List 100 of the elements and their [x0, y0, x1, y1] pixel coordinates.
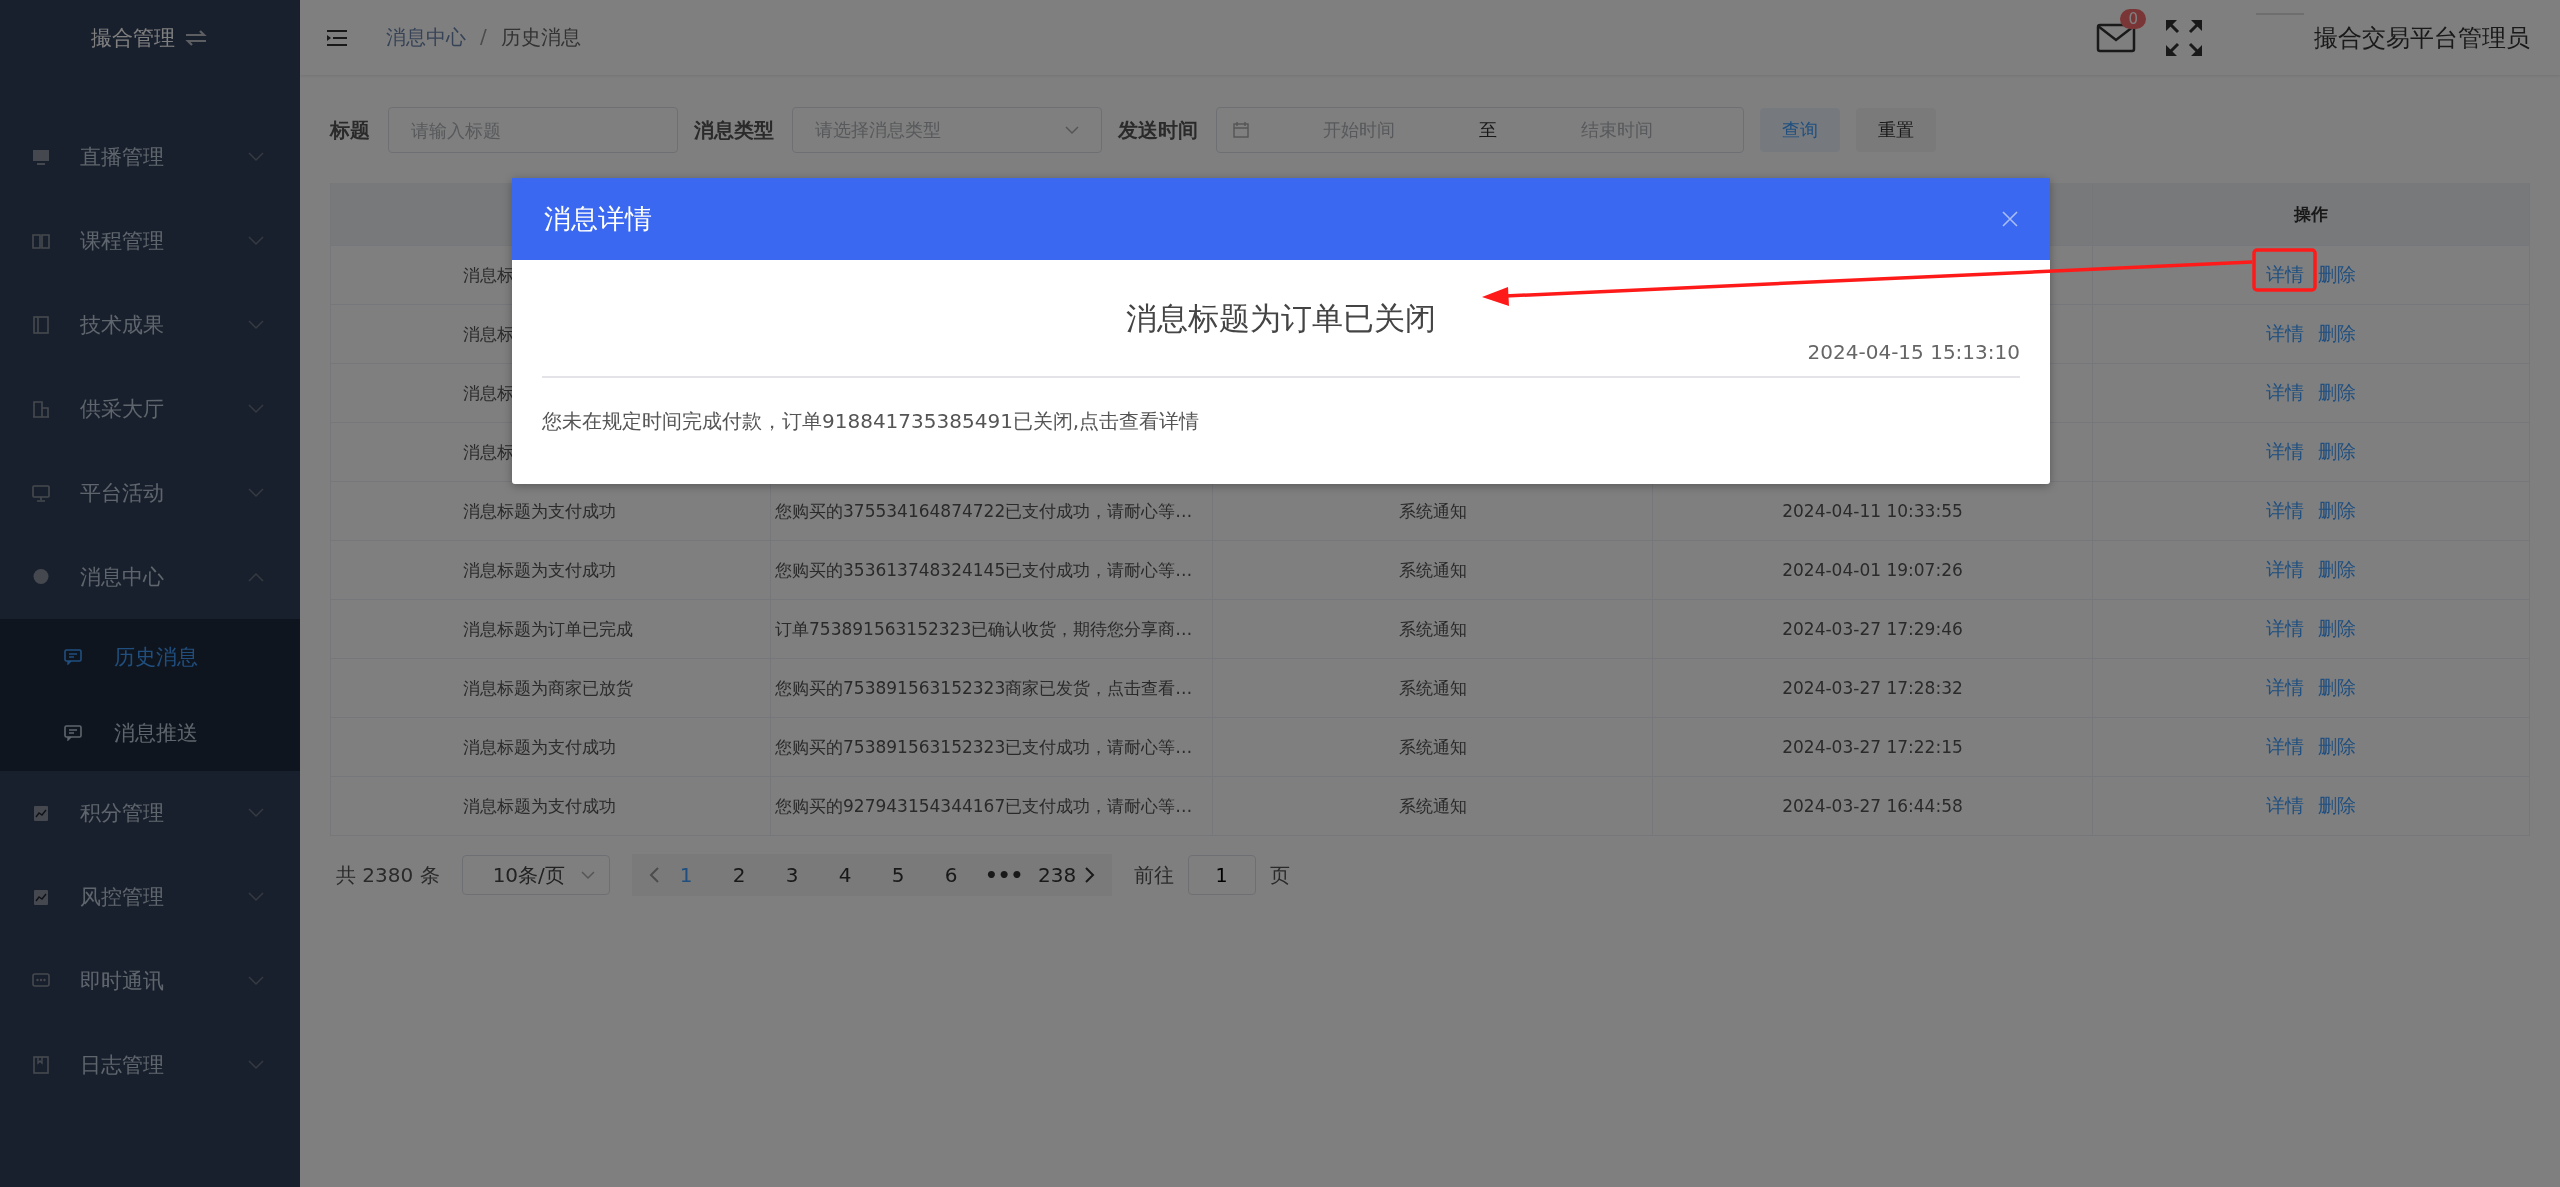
mail-icon[interactable] [2096, 22, 2136, 53]
table-cell: 系统通知 [1398, 794, 1467, 818]
column-header: 操作 [2294, 202, 2328, 226]
reset-button[interactable]: 重置 [1856, 108, 1936, 152]
menu-label: 课程管理 [80, 228, 165, 255]
delete-link[interactable]: 删除 [2318, 675, 2356, 701]
screen-icon [32, 484, 50, 502]
page-button[interactable]: 3 [765, 863, 819, 887]
details-link[interactable]: 详情 [2266, 321, 2304, 347]
chevron-down-icon [1065, 125, 1079, 135]
delete-link[interactable]: 删除 [2318, 262, 2356, 288]
table-cell: 消息标题为支付成功 [463, 558, 616, 582]
message-icon [64, 649, 82, 665]
page-button[interactable]: 238 [1030, 863, 1084, 887]
chart-icon [32, 888, 50, 906]
delete-link[interactable]: 删除 [2318, 321, 2356, 347]
page-button[interactable]: 6 [924, 863, 978, 887]
table-cell: 系统通知 [1398, 735, 1467, 759]
table-cell: 消息标题为支付成功 [463, 499, 616, 523]
menu-icon[interactable] [326, 28, 348, 47]
menu-label: 技术成果 [80, 312, 165, 339]
menu-item[interactable]: 供采大厅 [0, 367, 300, 451]
submenu-item[interactable]: 历史消息 [0, 619, 300, 695]
page-size-select[interactable]: 10条/页 [461, 855, 610, 895]
details-link[interactable]: 详情 [2266, 380, 2304, 406]
filter-label: 发送时间 [1118, 116, 1198, 144]
table-cell: 订单753891563152323已确认收货，期待您分享商… [775, 617, 1193, 641]
total-count: 共 2380 条 [336, 861, 440, 889]
table-cell: 2024-03-27 17:28:32 [1782, 678, 1963, 698]
details-link[interactable]: 详情 [2266, 675, 2304, 701]
table-cell: 您购买的375534164874722已支付成功，请耐心等… [775, 499, 1193, 523]
details-link[interactable]: 详情 [2266, 262, 2304, 288]
monitor-icon [32, 148, 50, 166]
table-cell: 消息标题为支付成功 [463, 735, 616, 759]
table-cell: 您购买的753891563152323商家已发货，点击查看… [775, 676, 1193, 700]
details-link[interactable]: 详情 [2266, 439, 2304, 465]
menu-item[interactable]: 平台活动 [0, 451, 300, 535]
book-icon [32, 232, 50, 250]
menu-item[interactable]: 直播管理 [0, 115, 300, 199]
filter-label: 消息类型 [694, 116, 774, 144]
menu-label: 供采大厅 [80, 396, 165, 423]
menu-item[interactable]: 积分管理 [0, 771, 300, 855]
menu-item[interactable]: 技术成果 [0, 283, 300, 367]
details-link[interactable]: 详情 [2266, 498, 2304, 524]
table-cell: 2024-03-27 16:44:58 [1782, 796, 1963, 816]
page-button[interactable]: 2 [712, 863, 766, 887]
menu-item[interactable]: 课程管理 [0, 199, 300, 283]
breadcrumb-item: 历史消息 [500, 24, 581, 51]
menu-label: 消息中心 [80, 564, 165, 591]
details-link[interactable]: 详情 [2266, 734, 2304, 760]
dialog-title: 消息详情 [544, 202, 652, 236]
details-link[interactable]: 详情 [2266, 557, 2304, 583]
page-button[interactable]: 5 [871, 863, 925, 887]
menu-label: 风控管理 [80, 884, 165, 911]
delete-link[interactable]: 删除 [2318, 616, 2356, 642]
goto-label: 前往 [1133, 861, 1174, 889]
delete-link[interactable]: 删除 [2318, 498, 2356, 524]
table-cell: 消息标 [463, 322, 514, 346]
chart-icon [32, 804, 50, 822]
page-button[interactable]: 4 [818, 863, 872, 887]
delete-link[interactable]: 删除 [2318, 734, 2356, 760]
search-button[interactable]: 查询 [1760, 108, 1840, 152]
notebook-icon [32, 1056, 50, 1074]
breadcrumb-separator: / [480, 24, 487, 50]
breadcrumb-item[interactable]: 消息中心 [386, 24, 466, 51]
table-cell: 消息标 [463, 440, 514, 464]
submenu-item[interactable]: 消息推送 [0, 695, 300, 771]
table-cell: 2024-03-27 17:22:15 [1782, 737, 1963, 757]
chevron-right-icon[interactable] [1083, 866, 1096, 884]
table-cell: 系统通知 [1398, 676, 1467, 700]
message-icon [64, 725, 82, 741]
table-cell: 系统通知 [1398, 617, 1467, 641]
page-button[interactable]: 1 [659, 863, 713, 887]
fullscreen-icon[interactable] [2164, 17, 2204, 58]
calendar-icon [1233, 122, 1249, 138]
details-link[interactable]: 详情 [2266, 793, 2304, 819]
user-name[interactable]: 撮合交易平台管理员 [2314, 21, 2530, 54]
menu-item[interactable]: 风控管理 [0, 855, 300, 939]
highlight-box [2252, 248, 2317, 292]
delete-link[interactable]: 删除 [2318, 793, 2356, 819]
table-cell: 系统通知 [1398, 558, 1467, 582]
details-link[interactable]: 详情 [2266, 616, 2304, 642]
menu-item[interactable]: 日志管理 [0, 1023, 300, 1107]
more-pages-button[interactable]: ••• [977, 863, 1031, 887]
table-cell: 您购买的927943154344167已支付成功，请耐心等… [775, 794, 1193, 818]
menu-label: 直播管理 [80, 144, 165, 171]
page-input[interactable]: 1 [1187, 855, 1256, 895]
menu-item[interactable]: 即时通讯 [0, 939, 300, 1023]
message-body: 您未在规定时间完成付款，订单918841735385491已关闭,点击查看详情 [542, 408, 1201, 435]
close-icon[interactable] [2002, 211, 2018, 227]
table-cell: 消息标 [463, 263, 514, 287]
delete-link[interactable]: 删除 [2318, 557, 2356, 583]
list-icon [32, 316, 50, 334]
menu-item[interactable]: 消息中心 [0, 535, 300, 619]
chevron-down-icon [580, 870, 595, 880]
table-cell: 系统通知 [1398, 499, 1467, 523]
delete-link[interactable]: 删除 [2318, 380, 2356, 406]
delete-link[interactable]: 删除 [2318, 439, 2356, 465]
table-cell: 2024-03-27 17:29:46 [1782, 619, 1963, 639]
menu-label: 积分管理 [80, 800, 165, 827]
